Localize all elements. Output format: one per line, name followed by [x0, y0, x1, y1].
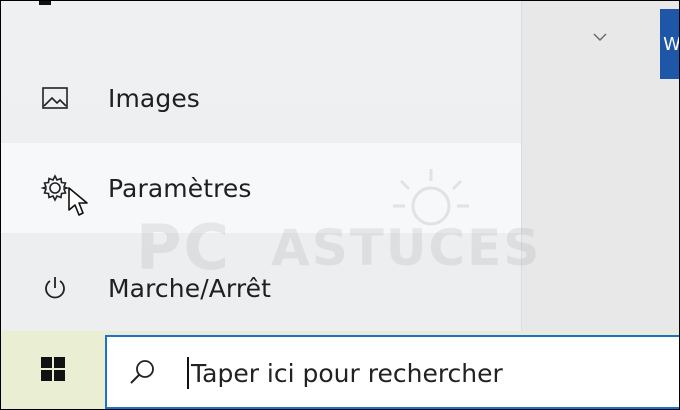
start-menu-item-label: Images [108, 83, 200, 113]
taskbar-search-box[interactable]: Taper ici pour rechercher [105, 335, 679, 409]
start-button[interactable] [1, 331, 105, 409]
image-icon [39, 82, 71, 114]
start-menu-item-label: Paramètres [108, 173, 252, 203]
start-tiles-panel: W [521, 1, 680, 331]
power-icon [39, 272, 71, 304]
taskbar: Taper ici pour rechercher [1, 331, 679, 409]
text-caret [187, 357, 189, 389]
windows-logo-icon [41, 357, 65, 385]
live-tile[interactable]: W [660, 9, 680, 79]
start-menu-left-column: Images Paramètres Marche/Arrêt [1, 1, 521, 331]
start-menu-item-label: Marche/Arrêt [108, 273, 272, 303]
mouse-cursor-icon [67, 186, 89, 222]
tile-letter: W [663, 33, 680, 55]
top-edge-mark [39, 1, 51, 5]
chevron-down-icon[interactable] [592, 27, 608, 46]
search-icon [129, 359, 155, 389]
search-placeholder: Taper ici pour rechercher [191, 359, 503, 388]
start-menu-item-marche-arret[interactable]: Marche/Arrêt [1, 243, 521, 333]
start-menu-item-images[interactable]: Images [1, 53, 521, 143]
screenshot-frame: Images Paramètres Marche/Arrêt W Taper i… [0, 0, 680, 410]
